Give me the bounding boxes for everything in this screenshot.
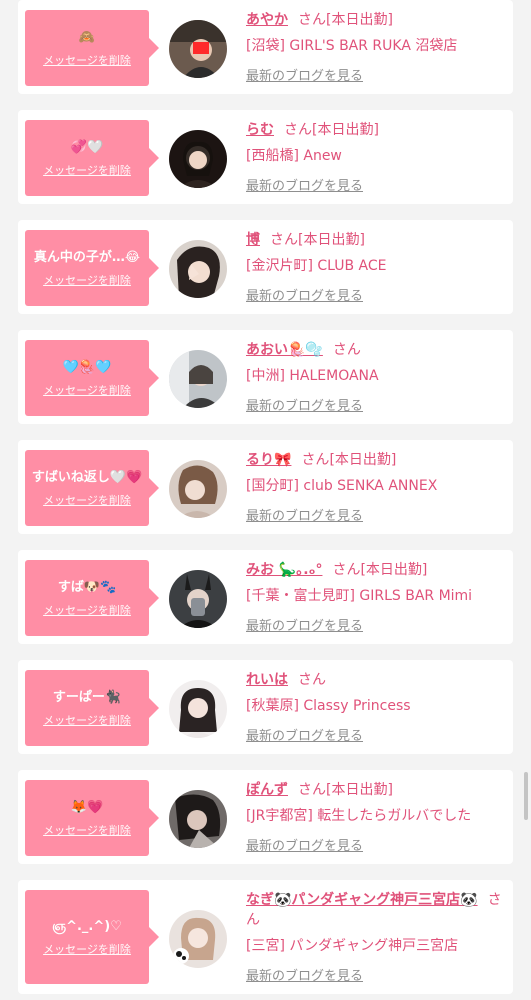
avatar[interactable] bbox=[169, 350, 227, 408]
honorific: さん bbox=[298, 12, 326, 28]
delete-message-link[interactable]: メッセージを削除 bbox=[43, 492, 131, 508]
message-bubble: 真ん中の子が…😂 メッセージを削除 bbox=[25, 230, 159, 306]
latest-blog-link[interactable]: 最新のブログを見る bbox=[246, 965, 363, 984]
cast-info: あやか さん[本日出勤] [沼袋] GIRL'S BAR RUKA 沼袋店 最新の… bbox=[246, 10, 503, 84]
avatar[interactable] bbox=[169, 130, 227, 188]
delete-message-link[interactable]: メッセージを削除 bbox=[43, 162, 131, 178]
shop-name: [秋葉原] Classy Princess bbox=[246, 698, 411, 714]
avatar[interactable] bbox=[169, 20, 227, 78]
message-text: 真ん中の子が…😂 bbox=[33, 250, 141, 265]
status-badge: [本日出勤] bbox=[329, 452, 397, 468]
scrollbar[interactable] bbox=[524, 772, 528, 820]
cast-info: みお 🦕｡.ₒ° さん[本日出勤] [千葉・富士見町] GIRLS BAR Mim… bbox=[246, 560, 503, 634]
latest-blog-link[interactable]: 最新のブログを見る bbox=[246, 395, 363, 414]
status-badge: [本日出勤] bbox=[326, 782, 393, 798]
cast-name-link[interactable]: 博 bbox=[246, 232, 260, 248]
honorific: さん bbox=[270, 232, 298, 248]
honorific: さん bbox=[284, 122, 312, 138]
shop-name: [国分町] club SENKA ANNEX bbox=[246, 478, 438, 494]
cast-info: 博さん[本日出勤] [金沢片町] CLUB ACE 最新のブログを見る bbox=[246, 230, 503, 304]
status-badge: [本日出勤] bbox=[360, 562, 428, 578]
message-bubble: ஞ^._.^)♡ メッセージを削除 bbox=[25, 890, 159, 984]
shop-name: [西船橋] Anew bbox=[246, 148, 342, 164]
latest-blog-link[interactable]: 最新のブログを見る bbox=[246, 615, 363, 634]
message-text: 💞🤍 bbox=[70, 140, 104, 155]
cast-info: れいは さん [秋葉原] Classy Princess 最新のブログを見る bbox=[246, 670, 503, 744]
avatar[interactable] bbox=[169, 570, 227, 628]
message-text: 🦊💗 bbox=[70, 800, 104, 815]
list-item: すばいね返し🤍💗 メッセージを削除 るり🎀 さん[本日出勤] [国分町] club… bbox=[18, 440, 513, 534]
status-badge: [本日出勤] bbox=[326, 12, 393, 28]
honorific: さん bbox=[298, 672, 326, 688]
message-text: すばいね返し🤍💗 bbox=[31, 470, 143, 485]
cast-name-link[interactable]: なぎ🐼パンダギャング神戸三宮店🐼 bbox=[246, 892, 478, 908]
message-bubble: すば🐶🐾 メッセージを削除 bbox=[25, 560, 159, 636]
status-badge: [本日出勤] bbox=[298, 232, 365, 248]
delete-message-link[interactable]: メッセージを削除 bbox=[43, 602, 131, 618]
delete-message-link[interactable]: メッセージを削除 bbox=[43, 52, 131, 68]
message-text: 🙈 bbox=[78, 30, 96, 45]
list-item: すーぱー🐈‍⬛ メッセージを削除 れいは さん [秋葉原] Classy Prin… bbox=[18, 660, 513, 754]
avatar[interactable] bbox=[169, 240, 227, 298]
shop-name: [千葉・富士見町] GIRLS BAR Mimi bbox=[246, 588, 473, 604]
cast-name-link[interactable]: あやか bbox=[246, 12, 288, 28]
message-text: すーぱー🐈‍⬛ bbox=[52, 690, 122, 705]
cast-name-link[interactable]: れいは bbox=[246, 672, 288, 688]
message-bubble: 🦊💗 メッセージを削除 bbox=[25, 780, 159, 856]
cast-name-link[interactable]: らむ bbox=[246, 122, 274, 138]
latest-blog-link[interactable]: 最新のブログを見る bbox=[246, 835, 363, 854]
list-item: すば🐶🐾 メッセージを削除 みお 🦕｡.ₒ° さん[本日出勤] [千葉・富士見町]… bbox=[18, 550, 513, 644]
latest-blog-link[interactable]: 最新のブログを見る bbox=[246, 175, 363, 194]
list-item: 🦊💗 メッセージを削除 ぽんず さん[本日出勤] [JR宇都宮] 転生したらガルバ… bbox=[18, 770, 513, 864]
message-text: すば🐶🐾 bbox=[57, 580, 117, 595]
delete-message-link[interactable]: メッセージを削除 bbox=[43, 941, 131, 957]
latest-blog-link[interactable]: 最新のブログを見る bbox=[246, 285, 363, 304]
avatar[interactable] bbox=[169, 790, 227, 848]
list-item: 💞🤍 メッセージを削除 らむ さん[本日出勤] [西船橋] Anew 最新のブログ… bbox=[18, 110, 513, 204]
list-item: 🩵🪼🩵 メッセージを削除 あおい🪼🫧 さん [中洲] HALEMOANA 最新のブ… bbox=[18, 330, 513, 424]
message-bubble: 🩵🪼🩵 メッセージを削除 bbox=[25, 340, 159, 416]
delete-message-link[interactable]: メッセージを削除 bbox=[43, 272, 131, 288]
honorific: さん bbox=[332, 562, 361, 578]
honorific: さん bbox=[301, 452, 330, 468]
message-bubble: すばいね返し🤍💗 メッセージを削除 bbox=[25, 450, 159, 526]
cast-info: らむ さん[本日出勤] [西船橋] Anew 最新のブログを見る bbox=[246, 120, 503, 194]
cast-info: ぽんず さん[本日出勤] [JR宇都宮] 転生したらガルバでした 最新のブログを見… bbox=[246, 780, 503, 854]
shop-name: [金沢片町] CLUB ACE bbox=[246, 258, 387, 274]
delete-message-link[interactable]: メッセージを削除 bbox=[43, 712, 131, 728]
delete-message-link[interactable]: メッセージを削除 bbox=[43, 382, 131, 398]
list-item: ஞ^._.^)♡ メッセージを削除 なぎ🐼パンダギャング神戸三宮店🐼 さん [三宮… bbox=[18, 880, 513, 994]
honorific: さん bbox=[298, 782, 326, 798]
delete-message-link[interactable]: メッセージを削除 bbox=[43, 822, 131, 838]
shop-name: [JR宇都宮] 転生したらガルバでした bbox=[246, 808, 472, 824]
cast-name-link[interactable]: ぽんず bbox=[246, 782, 288, 798]
latest-blog-link[interactable]: 最新のブログを見る bbox=[246, 65, 363, 84]
list-item: 真ん中の子が…😂 メッセージを削除 博さん[本日出勤] [金沢片町] CLUB … bbox=[18, 220, 513, 314]
message-bubble: 🙈 メッセージを削除 bbox=[25, 10, 159, 86]
avatar[interactable] bbox=[169, 680, 227, 738]
cast-info: あおい🪼🫧 さん [中洲] HALEMOANA 最新のブログを見る bbox=[246, 340, 503, 414]
status-badge: [本日出勤] bbox=[312, 122, 379, 138]
shop-name: [中洲] HALEMOANA bbox=[246, 368, 379, 384]
cast-info: なぎ🐼パンダギャング神戸三宮店🐼 さん [三宮] パンダギャング神戸三宮店 最新の… bbox=[246, 890, 503, 984]
list-item: 🙈 メッセージを削除 あやか さん[本日出勤] [沼袋] GIRL'S BAR R… bbox=[18, 0, 513, 94]
cast-name-link[interactable]: あおい🪼🫧 bbox=[246, 342, 323, 358]
message-text: 🩵🪼🩵 bbox=[62, 360, 112, 375]
latest-blog-link[interactable]: 最新のブログを見る bbox=[246, 725, 363, 744]
honorific: さん bbox=[332, 342, 361, 358]
cast-name-link[interactable]: るり🎀 bbox=[246, 452, 291, 468]
cast-name-link[interactable]: みお 🦕｡.ₒ° bbox=[246, 562, 322, 578]
cast-info: るり🎀 さん[本日出勤] [国分町] club SENKA ANNEX 最新のブロ… bbox=[246, 450, 503, 524]
message-bubble: 💞🤍 メッセージを削除 bbox=[25, 120, 159, 196]
avatar[interactable] bbox=[169, 910, 227, 968]
avatar[interactable] bbox=[169, 460, 227, 518]
shop-name: [三宮] パンダギャング神戸三宮店 bbox=[246, 938, 459, 954]
message-list: 🙈 メッセージを削除 あやか さん[本日出勤] [沼袋] GIRL'S BAR R… bbox=[0, 0, 531, 1000]
latest-blog-link[interactable]: 最新のブログを見る bbox=[246, 505, 363, 524]
message-text: ஞ^._.^)♡ bbox=[52, 919, 122, 934]
shop-name: [沼袋] GIRL'S BAR RUKA 沼袋店 bbox=[246, 38, 458, 54]
message-bubble: すーぱー🐈‍⬛ メッセージを削除 bbox=[25, 670, 159, 746]
